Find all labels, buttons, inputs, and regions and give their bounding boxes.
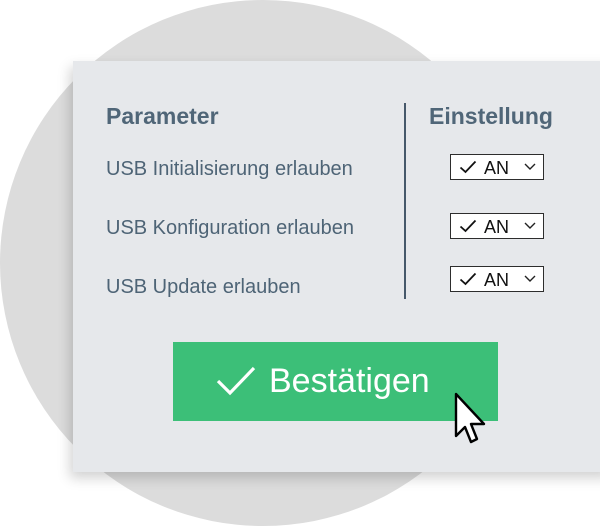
checkmark-icon: [216, 366, 256, 396]
mouse-cursor-icon: [454, 392, 486, 444]
chevron-down-icon[interactable]: [524, 275, 536, 283]
chevron-down-icon[interactable]: [524, 222, 536, 230]
confirm-button-label: Bestätigen: [269, 362, 430, 400]
column-divider: [404, 103, 406, 299]
select-value: AN: [484, 270, 510, 290]
row-label-usb-initialization: USB Initialisierung erlauben: [106, 158, 353, 180]
select-value: AN: [484, 217, 510, 237]
row-label-usb-configuration: USB Konfiguration erlauben: [106, 217, 354, 239]
settings-panel: Parameter Einstellung USB Initialisierun…: [73, 61, 600, 472]
screen: Parameter Einstellung USB Initialisierun…: [0, 0, 600, 526]
confirm-button[interactable]: Bestätigen: [173, 342, 498, 421]
checkmark-icon: [459, 219, 477, 233]
parameter-column-header: Parameter: [106, 103, 219, 129]
checkmark-icon: [459, 160, 477, 174]
usb-update-select[interactable]: AN: [450, 266, 544, 292]
chevron-down-icon[interactable]: [524, 163, 536, 171]
usb-configuration-select[interactable]: AN: [450, 213, 544, 239]
select-value: AN: [484, 158, 510, 178]
setting-column-header: Einstellung: [429, 103, 553, 129]
checkmark-icon: [459, 272, 477, 286]
usb-initialization-select[interactable]: AN: [450, 154, 544, 180]
row-label-usb-update: USB Update erlauben: [106, 276, 301, 298]
